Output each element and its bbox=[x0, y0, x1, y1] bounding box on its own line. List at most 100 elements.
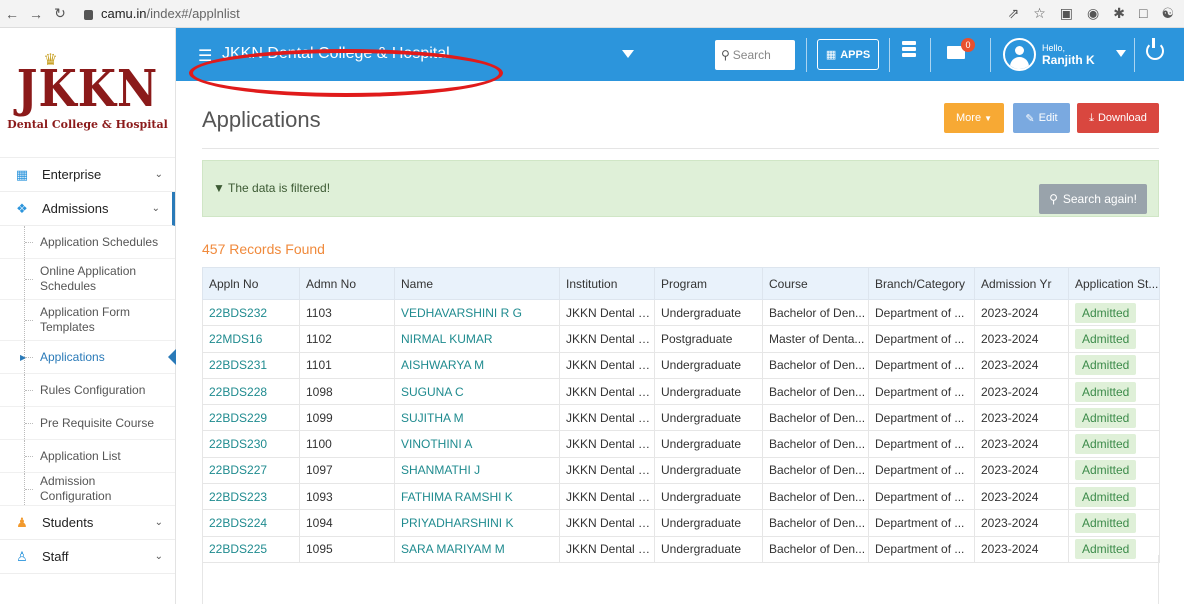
sidebar-subitem-label: Rules Configuration bbox=[40, 382, 146, 397]
column-header[interactable]: Program bbox=[654, 267, 763, 300]
table-cell: Undergraduate bbox=[654, 509, 763, 537]
table-row[interactable]: 22MDS16 1102 NIRMAL KUMAR JKKN Dental C... P… bbox=[202, 325, 1160, 353]
search-input[interactable]: ⚲ Search bbox=[715, 40, 795, 70]
table-cell: Undergraduate bbox=[654, 404, 763, 432]
power-icon[interactable] bbox=[1146, 38, 1164, 60]
college-logo[interactable]: ♛ JKKN Dental College & Hospital bbox=[0, 28, 175, 158]
table-cell: Department of ... bbox=[868, 298, 975, 327]
table-cell[interactable]: AISHWARYA M bbox=[394, 351, 560, 379]
table-cell[interactable]: 22BDS227 bbox=[202, 456, 300, 485]
column-header[interactable]: Branch/Category bbox=[868, 267, 975, 300]
back-icon[interactable]: ← bbox=[0, 6, 24, 22]
table-row[interactable]: 22BDS230 1100 VINOTHINI A JKKN Dental C... U… bbox=[202, 430, 1160, 458]
table-cell: Department of ... bbox=[868, 377, 975, 406]
table-cell[interactable]: 22BDS223 bbox=[202, 483, 300, 511]
column-header[interactable]: Admn No bbox=[299, 267, 395, 300]
address-bar[interactable]: camu.in/index#/applnlist bbox=[84, 6, 240, 21]
table-cell: 2023-2024 bbox=[974, 456, 1069, 485]
puzzle-icon[interactable]: ✱ bbox=[1113, 5, 1125, 22]
avatar[interactable] bbox=[1003, 38, 1036, 71]
column-header[interactable]: Institution bbox=[559, 267, 655, 300]
download-button[interactable]: ⤓ Download bbox=[1077, 103, 1159, 133]
sidebar-subitem-application-schedules[interactable]: Application Schedules bbox=[0, 226, 175, 259]
sidebar-subitem-label: Application List bbox=[40, 448, 121, 463]
sidebar-item-students[interactable]: ♟ Students ⌄ bbox=[0, 506, 175, 540]
table-cell: Admitted bbox=[1068, 509, 1160, 537]
table-cell[interactable]: SUJITHA M bbox=[394, 404, 560, 432]
sidebar-subitem-label: Pre Requisite Course bbox=[40, 415, 155, 430]
sidebar-subitem-rules-configuration[interactable]: Rules Configuration bbox=[0, 374, 175, 407]
column-header[interactable]: Name bbox=[394, 267, 560, 300]
sidebar-subitem-label: Applications bbox=[40, 349, 105, 364]
column-header[interactable]: Course bbox=[762, 267, 869, 300]
table-cell: Admitted bbox=[1068, 351, 1160, 379]
sidebar: ♛ JKKN Dental College & Hospital ▦ Enter… bbox=[0, 28, 176, 604]
column-header[interactable]: Application St... bbox=[1068, 267, 1160, 300]
sidebar-subitem-pre-requisite-course[interactable]: Pre Requisite Course bbox=[0, 407, 175, 440]
server-icon[interactable] bbox=[902, 41, 916, 59]
table-row[interactable]: 22BDS232 1103 VEDHAVARSHINI R G JKKN Dental… bbox=[202, 298, 1160, 327]
share-icon[interactable]: ⇗ bbox=[1007, 5, 1019, 22]
filter-message: The data is filtered! bbox=[228, 181, 331, 195]
table-cell: Department of ... bbox=[868, 483, 975, 511]
forward-icon[interactable]: → bbox=[24, 6, 48, 22]
table-cell[interactable]: NIRMAL KUMAR bbox=[394, 325, 560, 353]
user-dropdown-caret-icon[interactable] bbox=[1116, 50, 1126, 57]
table-cell[interactable]: 22BDS230 bbox=[202, 430, 300, 458]
table-cell: Admitted bbox=[1068, 404, 1160, 432]
sidebar-item-enterprise[interactable]: ▦ Enterprise ⌄ bbox=[0, 158, 175, 192]
staff-icon: ♙ bbox=[16, 548, 28, 564]
edit-button[interactable]: ✎ Edit bbox=[1013, 103, 1070, 133]
table-row[interactable]: 22BDS227 1097 SHANMATHI J JKKN Dental C... U… bbox=[202, 456, 1160, 485]
search-again-button[interactable]: ⚲ Search again! bbox=[1039, 184, 1147, 214]
table-cell: Master of Denta... bbox=[762, 325, 869, 353]
sidebar-item-admissions[interactable]: ❖ Admissions ⌄ bbox=[0, 192, 175, 226]
sidebar-subitem-applications[interactable]: ▶ Applications bbox=[0, 341, 176, 374]
table-cell[interactable]: VEDHAVARSHINI R G bbox=[394, 298, 560, 327]
download-icon: ⤓ bbox=[1089, 111, 1094, 124]
reload-icon[interactable]: ↻ bbox=[48, 5, 72, 22]
table-row[interactable]: 22BDS223 1093 FATHIMA RAMSHI K JKKN Dental … bbox=[202, 483, 1160, 511]
table-cell[interactable]: SUGUNA C bbox=[394, 377, 560, 406]
column-header[interactable]: Appln No bbox=[202, 267, 300, 300]
table-cell[interactable]: 22MDS16 bbox=[202, 325, 300, 353]
table-cell[interactable]: FATHIMA RAMSHI K bbox=[394, 483, 560, 511]
more-label: More bbox=[956, 112, 982, 124]
table-row[interactable]: 22BDS231 1101 AISHWARYA M JKKN Dental C... U… bbox=[202, 351, 1160, 379]
sidebar-subitem-application-form-templates[interactable]: Application Form Templates bbox=[0, 300, 175, 341]
institution-dropdown-caret-icon[interactable] bbox=[622, 50, 634, 58]
record-icon[interactable]: ◉ bbox=[1087, 5, 1099, 22]
table-cell[interactable]: 22BDS224 bbox=[202, 509, 300, 537]
sidebar-subitem-admission-configuration[interactable]: Admission Configuration bbox=[0, 473, 175, 506]
window-icon[interactable]: □ bbox=[1139, 5, 1147, 22]
column-header[interactable]: Admission Yr bbox=[974, 267, 1069, 300]
table-cell[interactable]: 22BDS228 bbox=[202, 377, 300, 406]
records-found: 457 Records Found bbox=[202, 241, 325, 257]
records-count: 457 bbox=[202, 241, 226, 257]
star-icon[interactable]: ☆ bbox=[1033, 5, 1046, 22]
status-badge: Admitted bbox=[1075, 328, 1137, 349]
table-cell: Bachelor of Den... bbox=[762, 509, 869, 537]
extension-icon[interactable]: ▣ bbox=[1060, 5, 1073, 22]
apps-button[interactable]: ▦ APPS bbox=[817, 39, 879, 70]
sidebar-subitem-application-list[interactable]: Application List bbox=[0, 440, 175, 473]
table-cell: Undergraduate bbox=[654, 377, 763, 406]
table-row[interactable]: 22BDS224 1094 PRIYADHARSHINI K JKKN Dental … bbox=[202, 509, 1160, 537]
table-row[interactable]: 22BDS228 1098 SUGUNA C JKKN Dental C... Unde… bbox=[202, 377, 1160, 406]
records-label: Records Found bbox=[225, 241, 325, 257]
profile-icon[interactable]: ☯ bbox=[1161, 5, 1174, 22]
table-cell[interactable]: PRIYADHARSHINI K bbox=[394, 509, 560, 537]
table-cell[interactable]: 22BDS231 bbox=[202, 351, 300, 379]
table-row[interactable]: 22BDS229 1099 SUJITHA M JKKN Dental C... Und… bbox=[202, 404, 1160, 432]
table-cell[interactable]: 22BDS232 bbox=[202, 298, 300, 327]
table-cell: 1098 bbox=[299, 377, 395, 406]
user-name[interactable]: Ranjith K bbox=[1042, 53, 1095, 67]
more-button[interactable]: More ▼ bbox=[944, 103, 1004, 133]
sidebar-subitem-online-application-schedules[interactable]: Online Application Schedules bbox=[0, 259, 175, 300]
table-cell[interactable]: SHANMATHI J bbox=[394, 456, 560, 485]
sidebar-item-staff[interactable]: ♙ Staff ⌄ bbox=[0, 540, 175, 574]
table-cell[interactable]: 22BDS229 bbox=[202, 404, 300, 432]
table-cell[interactable]: VINOTHINI A bbox=[394, 430, 560, 458]
students-icon: ♟ bbox=[16, 514, 28, 530]
sidebar-subitem-label: Admission Configuration bbox=[40, 474, 112, 503]
